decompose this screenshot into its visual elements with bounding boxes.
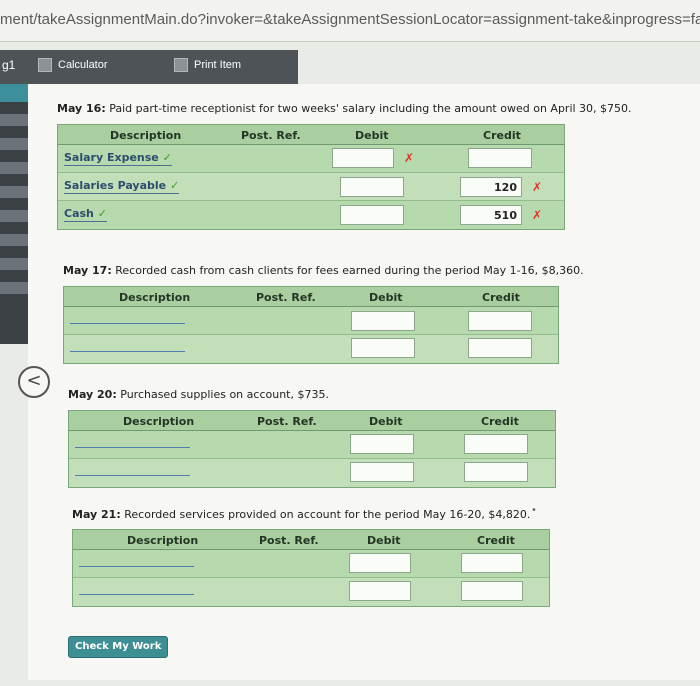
account-field[interactable]: Salary Expense ✓ (64, 151, 172, 166)
journal-table-may16: Description Post. Ref. Debit Credit Sala… (57, 124, 565, 230)
stray-mark: • (531, 505, 537, 516)
incorrect-icon: ✗ (532, 208, 543, 222)
entry-prompt-may16: May 16: Paid part-time receptionist for … (57, 102, 632, 115)
credit-input[interactable]: 120 (460, 177, 522, 197)
assignment-toolbar: g1 Calculator Print Item (0, 50, 298, 84)
calculator-label: Calculator (58, 59, 108, 71)
debit-input[interactable] (350, 434, 414, 454)
table-row: Salaries Payable ✓ 120 ✗ (58, 173, 564, 201)
incorrect-icon: ✗ (404, 151, 415, 165)
table-row (69, 459, 555, 487)
credit-input[interactable] (461, 581, 523, 601)
account-field[interactable] (79, 594, 194, 595)
credit-input[interactable] (464, 462, 528, 482)
account-field[interactable] (70, 351, 185, 352)
print-item-button[interactable]: Print Item (174, 58, 241, 72)
back-button[interactable]: < (18, 366, 50, 398)
account-field[interactable]: Salaries Payable ✓ (64, 179, 180, 194)
credit-input[interactable]: 510 (460, 205, 522, 225)
print-item-label: Print Item (194, 59, 242, 71)
account-field[interactable]: Cash ✓ (64, 207, 107, 222)
debit-input[interactable] (340, 205, 404, 225)
account-field[interactable] (70, 323, 185, 324)
table-header: Description Post. Ref. Debit Credit (64, 287, 558, 307)
table-row: Cash ✓ 510 ✗ (58, 201, 564, 229)
debit-input[interactable] (349, 553, 411, 573)
journal-table-may20: Description Post. Ref. Debit Credit (68, 410, 556, 488)
debit-input[interactable] (351, 338, 415, 358)
check-icon: ✓ (97, 207, 107, 220)
incorrect-icon: ✗ (532, 180, 543, 194)
journal-table-may21: Description Post. Ref. Debit Credit (72, 529, 550, 607)
table-header: Description Post. Ref. Debit Credit (69, 411, 555, 431)
table-header: Description Post. Ref. Debit Credit (58, 125, 564, 145)
check-icon: ✓ (162, 151, 172, 164)
account-field[interactable] (75, 475, 190, 476)
calculator-icon (38, 58, 52, 72)
calculator-button[interactable]: Calculator (38, 58, 108, 72)
address-bar[interactable]: ment/takeAssignmentMain.do?invoker=&take… (0, 0, 700, 42)
check-my-work-button[interactable]: Check My Work (68, 636, 169, 658)
url-text: ment/takeAssignmentMain.do?invoker=&take… (0, 11, 700, 28)
debit-input[interactable] (340, 177, 404, 197)
credit-input[interactable] (468, 311, 532, 331)
debit-input[interactable] (349, 581, 411, 601)
table-row (69, 431, 555, 459)
debit-input[interactable] (350, 462, 414, 482)
entry-prompt-may21: May 21: Recorded services provided on ac… (72, 508, 531, 521)
debit-input[interactable] (351, 311, 415, 331)
page-number: g1 (2, 58, 16, 72)
journal-table-may17: Description Post. Ref. Debit Credit (63, 286, 559, 364)
print-icon (174, 58, 188, 72)
debit-input[interactable] (332, 148, 394, 168)
credit-input[interactable] (464, 434, 528, 454)
account-field[interactable] (75, 447, 190, 448)
entry-prompt-may20: May 20: Purchased supplies on account, $… (68, 388, 329, 401)
credit-input[interactable] (468, 148, 532, 168)
credit-input[interactable] (468, 338, 532, 358)
table-header: Description Post. Ref. Debit Credit (73, 530, 549, 550)
check-icon: ✓ (169, 179, 180, 192)
left-navigation-strip (0, 84, 28, 344)
credit-input[interactable] (461, 553, 523, 573)
table-row: Salary Expense ✓ ✗ (58, 145, 564, 173)
account-field[interactable] (79, 566, 194, 567)
table-row (73, 578, 549, 606)
entry-prompt-may17: May 17: Recorded cash from cash clients … (63, 264, 584, 277)
table-row (64, 307, 558, 335)
chevron-left-icon: < (26, 370, 42, 391)
table-row (64, 335, 558, 363)
table-row (73, 550, 549, 578)
